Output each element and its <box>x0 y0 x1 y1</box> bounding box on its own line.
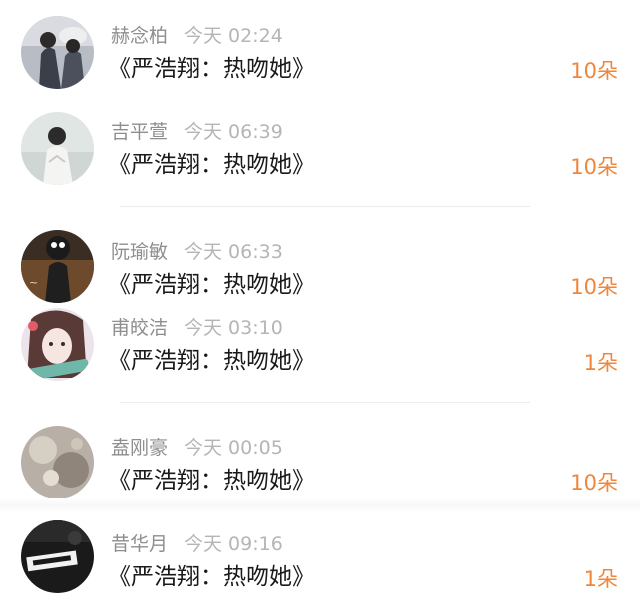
divider <box>120 206 530 207</box>
list-item[interactable]: 吉平萱 今天 06:39 《严浩翔：热吻她》 10朵 <box>0 112 640 192</box>
user-name: 昔华月 <box>111 533 169 555</box>
item-title: 《严浩翔：热吻她》 <box>108 152 315 178</box>
user-name: 甫皎洁 <box>111 317 169 339</box>
item-meta: 盍刚豪 今天 00:05 <box>111 436 283 460</box>
timestamp: 今天 03:10 <box>184 317 283 339</box>
flower-count: 10朵 <box>570 155 618 179</box>
item-meta: 吉平萱 今天 06:39 <box>111 120 283 144</box>
user-name: 阮瑜敏 <box>111 241 169 263</box>
avatar[interactable] <box>21 112 94 185</box>
item-title: 《严浩翔：热吻她》 <box>108 468 315 494</box>
avatar[interactable] <box>21 426 94 499</box>
flower-count: 10朵 <box>570 59 618 83</box>
user-name: 盍刚豪 <box>111 437 169 459</box>
list-item[interactable]: 赫念柏 今天 02:24 《严浩翔：热吻她》 10朵 <box>0 16 640 96</box>
item-title: 《严浩翔：热吻她》 <box>108 348 315 374</box>
avatar[interactable]: ~ <box>21 230 94 303</box>
svg-text:~: ~ <box>29 276 38 289</box>
avatar[interactable] <box>21 520 94 593</box>
timestamp: 今天 06:39 <box>184 121 283 143</box>
flower-count: 10朵 <box>570 471 618 495</box>
timestamp: 今天 02:24 <box>184 25 283 47</box>
item-title: 《严浩翔：热吻她》 <box>108 56 315 82</box>
avatar[interactable] <box>21 16 94 89</box>
section-separator <box>0 498 640 512</box>
item-meta: 甫皎洁 今天 03:10 <box>111 316 283 340</box>
list-item[interactable]: ~ 阮瑜敏 今天 06:33 《严浩翔：热吻她》 10朵 <box>0 230 640 312</box>
flower-count: 10朵 <box>570 275 618 299</box>
list-item[interactable]: 甫皎洁 今天 03:10 《严浩翔：热吻她》 1朵 <box>0 308 640 388</box>
flower-count: 1朵 <box>583 567 618 591</box>
avatar[interactable] <box>21 308 94 381</box>
item-title: 《严浩翔：热吻她》 <box>108 272 315 298</box>
user-name: 吉平萱 <box>111 121 169 143</box>
timestamp: 今天 09:16 <box>184 533 283 555</box>
divider <box>120 402 530 403</box>
user-name: 赫念柏 <box>111 25 169 47</box>
timestamp: 今天 06:33 <box>184 241 283 263</box>
timestamp: 今天 00:05 <box>184 437 283 459</box>
gift-record-list: { "items": [ {"name": "赫念柏", "time": "今天… <box>0 0 640 612</box>
item-meta: 阮瑜敏 今天 06:33 <box>111 240 283 264</box>
flower-count: 1朵 <box>583 351 618 375</box>
item-title: 《严浩翔：热吻她》 <box>108 564 315 590</box>
item-meta: 赫念柏 今天 02:24 <box>111 24 283 48</box>
item-meta: 昔华月 今天 09:16 <box>111 532 283 556</box>
list-item[interactable]: 昔华月 今天 09:16 《严浩翔：热吻她》 1朵 <box>0 520 640 604</box>
